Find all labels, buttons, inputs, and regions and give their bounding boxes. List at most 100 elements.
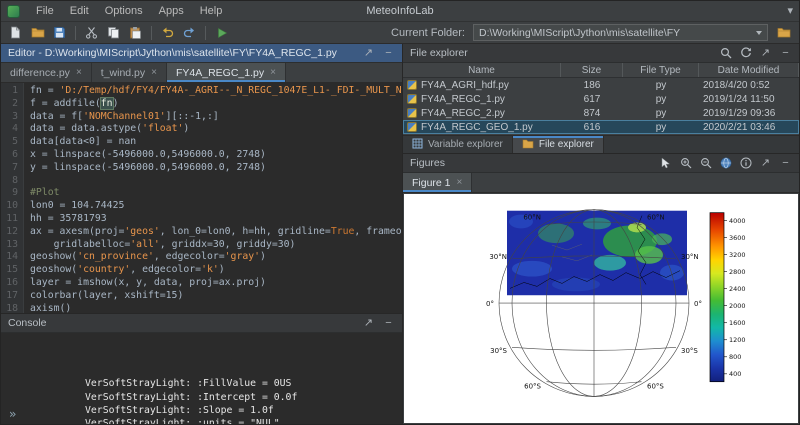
float-icon[interactable]: ↗ — [362, 47, 375, 60]
menu-edit[interactable]: Edit — [62, 3, 97, 19]
minimize-icon[interactable]: − — [382, 317, 395, 330]
map-figure[interactable]: 60°N60°N30°N30°N0°0°30°S30°S60°S60°S 400… — [404, 194, 798, 423]
file-size: 186 — [561, 80, 623, 91]
colorbar-tick-label: 2800 — [729, 268, 746, 276]
column-header-name[interactable]: Name — [403, 63, 561, 77]
undo-button[interactable] — [158, 24, 177, 42]
file-row[interactable]: FY4A_REGC_2.py874py2019/1/29 09:36 — [403, 106, 799, 120]
editor-tab-FY4A_REGC_1.py[interactable]: FY4A_REGC_1.py × — [167, 63, 286, 82]
minimize-icon[interactable]: − — [779, 157, 792, 170]
tab-close-icon[interactable]: × — [270, 68, 276, 78]
editor-panel: Editor - D:\Working\MIScript\Jython\mis\… — [1, 44, 402, 314]
current-folder-combobox[interactable]: D:\Working\MIScript\Jython\mis\satellite… — [473, 24, 768, 41]
column-header-date-modified[interactable]: Date Modified — [699, 63, 799, 77]
folder-small-icon — [522, 138, 534, 152]
file-row[interactable]: FY4A_REGC_1.py617py2019/1/24 11:50 — [403, 92, 799, 106]
console-prompt[interactable]: » — [9, 408, 16, 421]
file-type: py — [623, 94, 699, 105]
tab-label: File explorer — [539, 139, 594, 150]
tab-variable-explorer[interactable]: Variable explorer — [403, 136, 513, 153]
python-file-icon — [407, 108, 417, 118]
zoom-in-icon[interactable] — [679, 157, 692, 170]
console-panel: Console ↗− » VerSoftStrayLight: :FillVal… — [1, 314, 402, 424]
file-type: py — [623, 108, 699, 119]
copy-button[interactable] — [104, 24, 123, 42]
tab-label: FY4A_REGC_1.py — [176, 67, 264, 79]
console-panel-header[interactable]: Console ↗− — [1, 314, 402, 333]
minimize-icon[interactable]: − — [779, 47, 792, 60]
menu-options[interactable]: Options — [97, 3, 151, 19]
refresh-icon[interactable] — [739, 47, 752, 60]
figure-tab-label: Figure 1 — [412, 177, 451, 189]
main-area: Editor - D:\Working\MIScript\Jython\mis\… — [1, 44, 799, 424]
figure-tab[interactable]: Figure 1 × — [403, 173, 472, 192]
redo-button[interactable] — [180, 24, 199, 42]
cursor-icon[interactable] — [659, 157, 672, 170]
grid-label: 0° — [694, 300, 702, 308]
save-button[interactable] — [50, 24, 69, 42]
column-header-size[interactable]: Size — [561, 63, 623, 77]
code-line: lon0 = 104.74425 — [30, 200, 402, 213]
info-icon[interactable] — [739, 157, 752, 170]
file-name-cell: FY4A_REGC_GEO_1.py — [403, 122, 561, 133]
combobox-arrow-icon[interactable] — [756, 31, 762, 35]
menubar: FileEditOptionsAppsHelp MeteoInfoLab ▾ — [1, 1, 799, 22]
window-controls: ▾ — [787, 6, 793, 17]
tab-close-icon[interactable]: × — [457, 178, 463, 188]
menu-items: FileEditOptionsAppsHelp — [28, 3, 230, 19]
grid-label: 30°S — [681, 347, 698, 355]
menu-apps[interactable]: Apps — [151, 3, 192, 19]
file-row[interactable]: FY4A_AGRI_hdf.py186py2018/4/20 0:52 — [403, 78, 799, 92]
editor-code[interactable]: fn = 'D:/Temp/hdf/FY4/FY4A-_AGRI--_N_REG… — [24, 83, 402, 313]
globe-icon[interactable] — [719, 157, 732, 170]
editor-tab-t_wind.py[interactable]: t_wind.py× — [92, 63, 167, 82]
editor-panel-header[interactable]: Editor - D:\Working\MIScript\Jython\mis\… — [1, 44, 402, 63]
explorer-tabbar: Variable explorer File explorer — [403, 135, 799, 153]
figure-canvas[interactable]: 60°N60°N30°N30°N0°0°30°S30°S60°S60°S 400… — [404, 194, 798, 423]
zoom-out-icon[interactable] — [699, 157, 712, 170]
float-icon[interactable]: ↗ — [759, 47, 772, 60]
figures-header[interactable]: Figures ↗− — [403, 154, 799, 173]
editor-tab-difference.py[interactable]: difference.py× — [1, 63, 92, 82]
new-file-button[interactable] — [6, 24, 25, 42]
line-number: 8 — [1, 175, 18, 188]
code-line: gridlabelloc='all', griddx=30, griddy=30… — [30, 239, 402, 252]
browse-folder-button[interactable] — [774, 24, 794, 42]
line-number: 3 — [1, 111, 18, 124]
file-row[interactable]: FY4A_REGC_GEO_1.py616py2020/2/21 03:46 — [403, 120, 799, 134]
grid-icon — [412, 138, 423, 152]
tab-close-icon[interactable]: × — [76, 68, 82, 78]
console-title: Console — [8, 317, 47, 329]
open-folder-button[interactable] — [28, 24, 47, 42]
file-name: FY4A_REGC_1.py — [421, 94, 505, 105]
file-explorer-title: File explorer — [410, 47, 468, 59]
file-name: FY4A_AGRI_hdf.py — [421, 80, 509, 91]
window-menu-icon[interactable]: ▾ — [787, 6, 793, 17]
menu-file[interactable]: File — [28, 3, 62, 19]
tab-file-explorer[interactable]: File explorer — [513, 136, 604, 153]
column-header-file-type[interactable]: File Type — [623, 63, 699, 77]
float-icon[interactable]: ↗ — [362, 317, 375, 330]
colorbar-tick-label: 3600 — [729, 234, 746, 242]
menu-help[interactable]: Help — [192, 3, 231, 19]
grid-label: 30°N — [489, 253, 507, 261]
current-folder-label: Current Folder: — [391, 27, 465, 39]
minimize-icon[interactable]: − — [382, 47, 395, 60]
tab-close-icon[interactable]: × — [151, 68, 157, 78]
run-button[interactable] — [212, 24, 231, 42]
colorbar-tick-label: 800 — [729, 353, 741, 361]
float-icon[interactable]: ↗ — [759, 157, 772, 170]
console-header-icons: ↗− — [362, 317, 395, 330]
paste-button[interactable] — [126, 24, 145, 42]
code-editor[interactable]: 123456789101112131415161718 fn = 'D:/Tem… — [1, 83, 402, 313]
cut-button[interactable] — [82, 24, 101, 42]
line-number: 1 — [1, 85, 18, 98]
file-size: 616 — [561, 122, 623, 133]
search-icon[interactable] — [719, 47, 732, 60]
code-line: data = f['NOMChannel01'][::-1,:] — [30, 111, 402, 124]
code-line: data[data<0] = nan — [30, 136, 402, 149]
console-output[interactable]: » VerSoftStrayLight: :FillValue = 0USVer… — [1, 333, 402, 424]
code-line: ax = axesm(proj='geos', lon_0=lon0, h=hh… — [30, 226, 402, 239]
code-line: data = data.astype('float') — [30, 123, 402, 136]
file-explorer-header[interactable]: File explorer ↗− — [403, 44, 799, 63]
